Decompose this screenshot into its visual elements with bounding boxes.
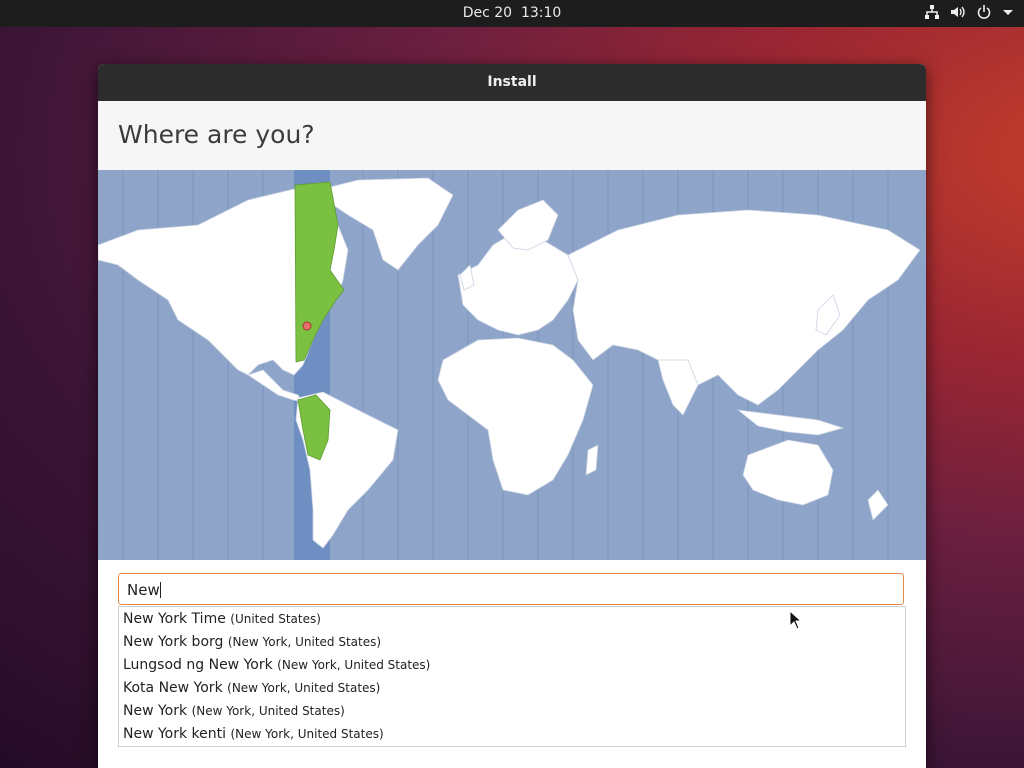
suggestion-region: (New York, United States) <box>277 658 431 672</box>
suggestion-item[interactable]: New York borg (New York, United States) <box>119 631 905 654</box>
clock[interactable]: Dec 20 13:10 <box>0 5 1024 21</box>
suggestion-item[interactable]: Kota New York (New York, United States) <box>119 677 905 700</box>
suggestion-region: (New York, United States) <box>230 727 384 741</box>
suggestion-item[interactable]: New York (New York, United States) <box>119 700 905 723</box>
timezone-map[interactable] <box>98 170 926 560</box>
network-icon[interactable] <box>924 4 940 20</box>
suggestion-name: New York Time <box>123 611 226 627</box>
suggestion-name: Kota New York <box>123 680 223 696</box>
suggestion-region: (New York, United States) <box>191 704 345 718</box>
suggestion-item[interactable]: Lungsod ng New York (New York, United St… <box>119 654 905 677</box>
text-caret <box>159 582 161 598</box>
suggestion-name: Lungsod ng New York <box>123 657 273 673</box>
system-tray[interactable] <box>924 4 1014 20</box>
suggestion-region: (New York, United States) <box>227 681 381 695</box>
volume-icon[interactable] <box>950 4 966 20</box>
suggestion-region: (New York, United States) <box>227 635 382 649</box>
suggestion-item[interactable]: New York Time (United States) <box>119 608 905 631</box>
suggestion-name: New York borg <box>123 634 224 650</box>
window-title[interactable]: Install <box>98 64 926 101</box>
suggestion-name: New York <box>123 703 188 719</box>
suggestion-name: New York kenti <box>123 726 227 742</box>
clock-time: 13:10 <box>520 5 562 21</box>
location-marker <box>302 321 312 331</box>
suggestion-item[interactable]: New York kenti (New York, United States) <box>119 723 905 746</box>
clock-date: Dec 20 <box>462 5 513 21</box>
power-icon[interactable] <box>976 4 992 20</box>
location-suggestions: New York Time (United States) New York b… <box>118 606 906 747</box>
search-value: New <box>127 581 160 599</box>
suggestion-region: (United States) <box>230 612 321 626</box>
page-title: Where are you? <box>118 120 315 149</box>
location-search-input[interactable]: New <box>118 573 904 605</box>
mouse-pointer-icon <box>789 609 803 634</box>
menu-arrow-icon[interactable] <box>1002 4 1014 20</box>
installer-window: Install Where are you? New New York Time… <box>98 64 926 768</box>
top-bar: Dec 20 13:10 <box>0 0 1024 27</box>
page-header: Where are you? <box>98 101 926 171</box>
